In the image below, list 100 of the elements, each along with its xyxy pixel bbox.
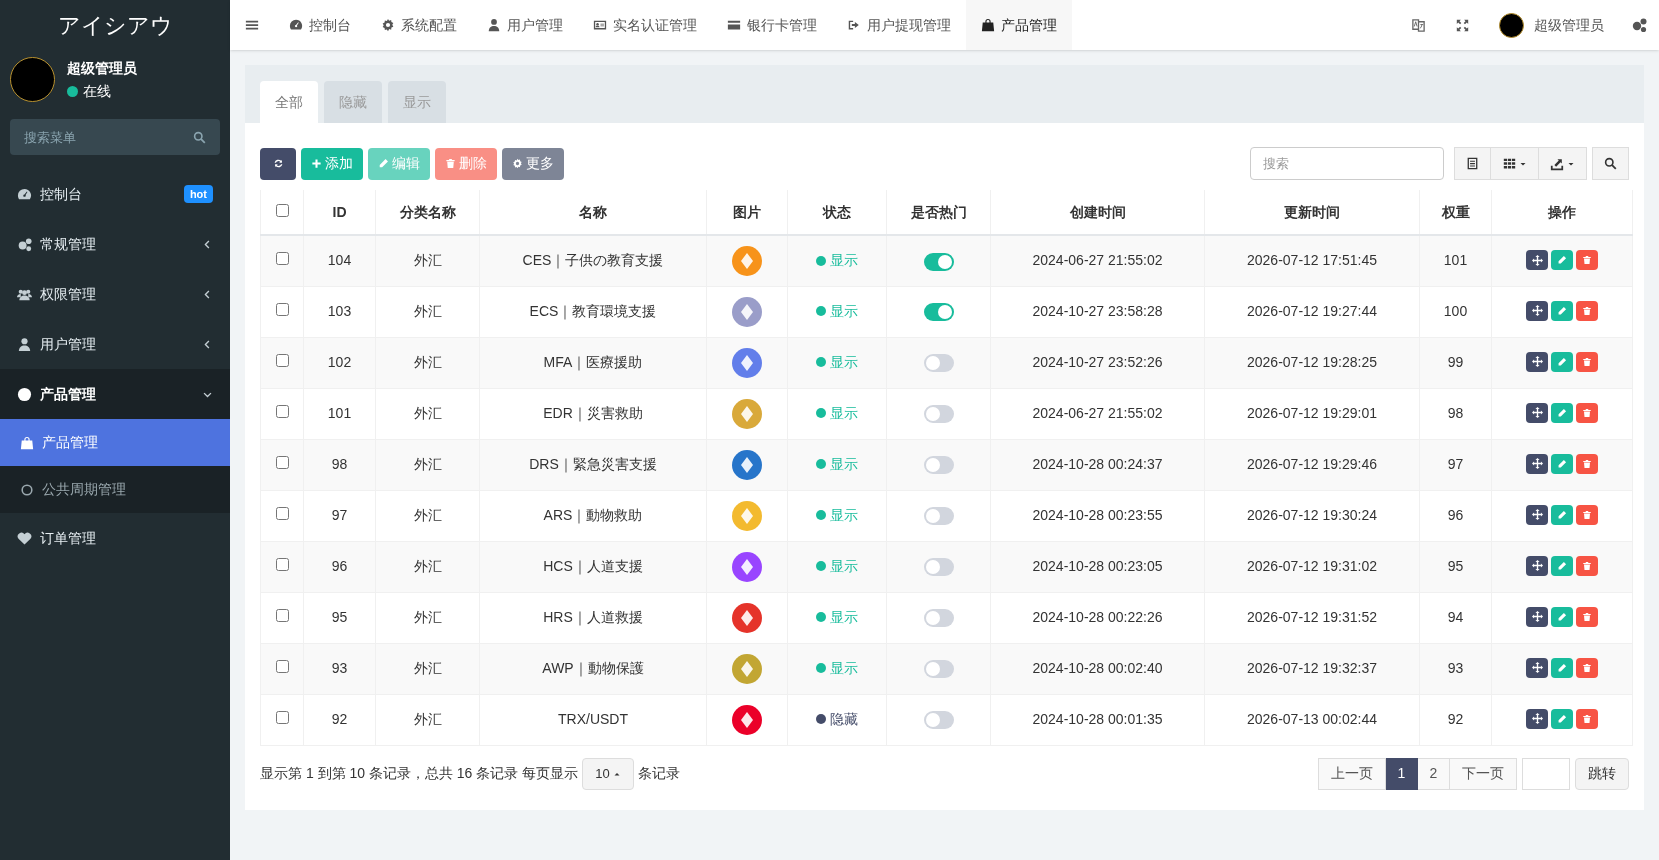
hot-toggle[interactable] <box>923 252 954 271</box>
delete-button[interactable] <box>1576 402 1598 423</box>
hot-toggle[interactable] <box>923 558 954 577</box>
table-cell: 101 <box>1443 252 1468 269</box>
trash-icon <box>445 158 456 169</box>
move-icon <box>1531 713 1543 725</box>
pencil-icon <box>1557 407 1567 418</box>
hot-toggle[interactable] <box>923 507 954 526</box>
drag-button[interactable] <box>1526 453 1548 474</box>
online-status: 在线 <box>83 81 111 101</box>
drag-button[interactable] <box>1526 250 1548 270</box>
drag-button[interactable] <box>1526 351 1548 372</box>
column-header: 名称 <box>579 203 607 220</box>
sidebar-item[interactable]: 常规管理 <box>0 219 230 269</box>
table-cell: 2024-10-27 23:52:26 <box>1032 354 1163 370</box>
delete-button[interactable] <box>1576 300 1598 321</box>
row-checkbox[interactable] <box>275 507 289 520</box>
product-name: AWP｜動物保護 <box>542 660 644 676</box>
hot-toggle[interactable] <box>923 660 954 679</box>
user-menu[interactable]: 超级管理员 <box>1534 14 1604 36</box>
row-checkbox[interactable] <box>275 456 289 469</box>
row-checkbox[interactable] <box>275 252 289 266</box>
page-button[interactable]: 1 <box>1386 757 1418 790</box>
list-icon <box>1466 157 1479 170</box>
drag-button[interactable] <box>1526 657 1548 678</box>
prev-page-button[interactable]: 上一页 <box>1318 757 1386 790</box>
columns-button[interactable] <box>1491 147 1539 180</box>
nav-tab[interactable]: 银行卡管理 <box>712 0 832 50</box>
sidebar-item[interactable]: 用户管理 <box>0 319 230 369</box>
page-button[interactable]: 2 <box>1418 757 1450 790</box>
filter-tab[interactable]: 全部 <box>260 81 318 123</box>
row-checkbox[interactable] <box>275 609 289 622</box>
drag-button[interactable] <box>1526 300 1548 321</box>
hot-toggle[interactable] <box>923 609 954 628</box>
export-button[interactable] <box>1539 147 1587 180</box>
drag-button[interactable] <box>1526 504 1548 525</box>
hot-toggle[interactable] <box>923 456 954 475</box>
move-icon <box>1531 560 1543 572</box>
more-button[interactable]: 更多 <box>502 147 564 180</box>
nav-tab[interactable]: 产品管理 <box>966 0 1072 50</box>
table-cell: 2024-10-28 00:22:26 <box>1032 609 1163 625</box>
table-cell: 96 <box>1447 507 1464 523</box>
drag-button[interactable] <box>1526 708 1548 729</box>
drag-button[interactable] <box>1526 555 1548 576</box>
delete-button[interactable] <box>1576 657 1598 678</box>
submenu-item[interactable]: 公共周期管理 <box>0 466 230 513</box>
delete-button[interactable] <box>1576 453 1598 474</box>
shopping-bag-icon <box>981 18 995 32</box>
nav-tab[interactable]: 用户提现管理 <box>832 0 966 50</box>
nav-tab[interactable]: 实名认证管理 <box>578 0 712 50</box>
row-checkbox[interactable] <box>275 558 289 571</box>
select-all-checkbox[interactable] <box>275 203 289 217</box>
sidebar-item[interactable]: 控制台 hot <box>0 169 230 219</box>
delete-button[interactable] <box>1576 250 1598 270</box>
row-checkbox[interactable] <box>275 303 289 316</box>
table-search-field[interactable]: 搜索 <box>1250 147 1444 180</box>
nav-tab[interactable]: 用户管理 <box>472 0 578 50</box>
status-label: 显示 <box>830 403 858 423</box>
nav-tab[interactable]: 系统配置 <box>366 0 472 50</box>
page-size-dropdown[interactable]: 10 <box>582 757 634 790</box>
hot-toggle[interactable] <box>923 303 954 322</box>
card-view-button[interactable] <box>1454 147 1491 180</box>
status-label: 显示 <box>830 454 858 474</box>
sidebar-item[interactable]: 订单管理 <box>0 513 230 563</box>
move-icon <box>1531 356 1543 368</box>
menu-search-field[interactable]: 搜索菜单 <box>10 119 220 155</box>
submenu-item[interactable]: 产品管理 <box>0 419 230 466</box>
nav-tab[interactable]: 控制台 <box>274 0 366 50</box>
delete-button[interactable] <box>1576 555 1598 576</box>
pencil-icon <box>1557 560 1567 571</box>
grid-icon <box>1502 157 1516 170</box>
delete-button[interactable] <box>1576 708 1598 729</box>
refresh-button[interactable] <box>260 147 296 180</box>
table-cell: 外汇 <box>413 660 442 676</box>
next-page-button[interactable]: 下一页 <box>1450 757 1517 790</box>
hot-toggle[interactable] <box>923 405 954 424</box>
row-checkbox[interactable] <box>275 354 289 367</box>
hot-toggle[interactable] <box>923 354 954 373</box>
search-button[interactable] <box>1592 147 1629 180</box>
page-number-field[interactable] <box>1522 757 1570 790</box>
drag-button[interactable] <box>1526 402 1548 423</box>
delete-button[interactable] <box>1576 351 1598 372</box>
jump-button[interactable]: 跳转 <box>1575 757 1629 790</box>
row-checkbox[interactable] <box>275 405 289 418</box>
row-checkbox[interactable] <box>275 711 289 724</box>
drag-button[interactable] <box>1526 606 1548 627</box>
row-checkbox[interactable] <box>275 660 289 673</box>
delete-button[interactable] <box>1576 606 1598 627</box>
sidebar-item[interactable]: 权限管理 <box>0 269 230 319</box>
move-icon <box>1531 509 1543 521</box>
search-icon <box>1604 157 1617 170</box>
table-cell: 外汇 <box>413 354 442 370</box>
table-cell: 101 <box>327 405 352 421</box>
column-header: 分类名称 <box>399 203 456 220</box>
product-name: TRX/USDT <box>558 711 628 727</box>
status-label: 显示 <box>830 301 858 321</box>
table-cell: 2026-07-12 19:29:46 <box>1247 456 1377 472</box>
sidebar-item[interactable]: 产品管理 <box>0 369 230 419</box>
hot-toggle[interactable] <box>923 711 954 730</box>
delete-button[interactable] <box>1576 504 1598 525</box>
